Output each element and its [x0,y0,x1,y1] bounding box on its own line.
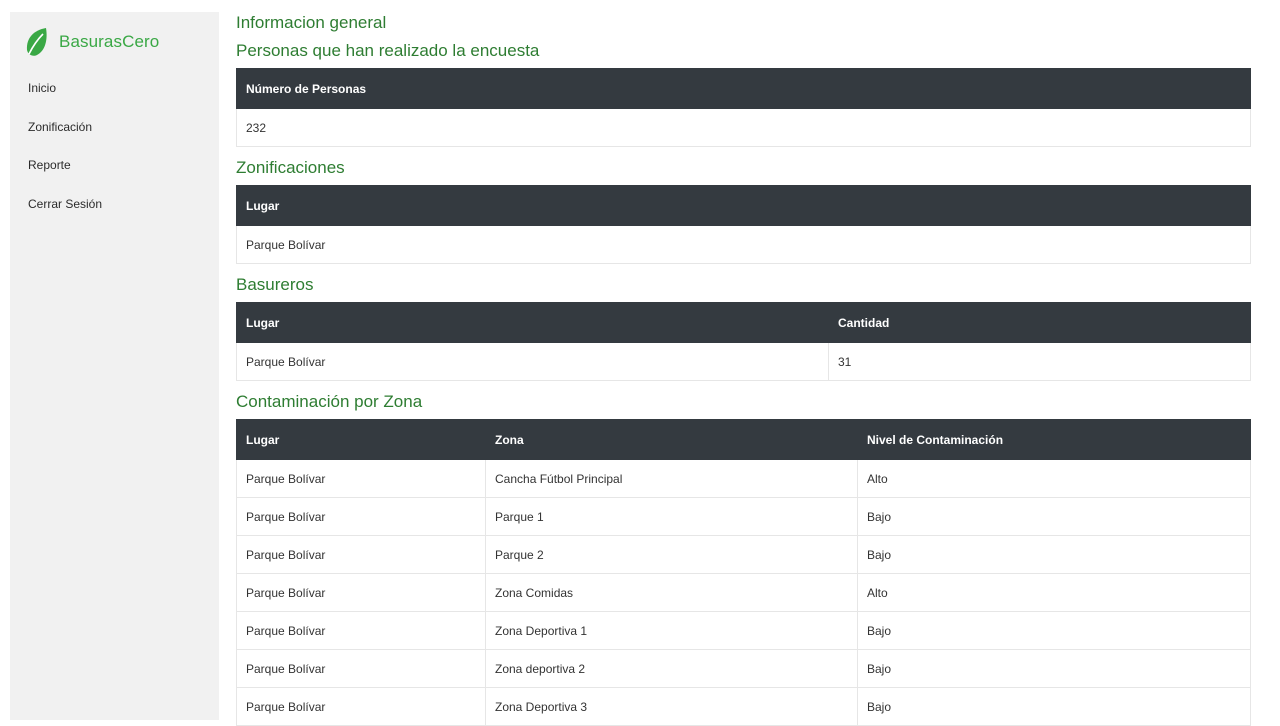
table-cell: Alto [857,573,1251,612]
table-row: Parque Bolívar Parque 1 Bajo [236,497,1251,536]
table-cell: 232 [236,108,1251,147]
table-cell: Parque 1 [485,497,858,536]
column-header: Zona [485,419,858,460]
table-row: Parque Bolívar Zona Deportiva 1 Bajo [236,611,1251,650]
table-cell: Bajo [857,535,1251,574]
table-cell: Parque Bolívar [236,497,486,536]
section-title-basureros: Basureros [236,275,314,294]
table-cell: Bajo [857,611,1251,650]
personas-table: Número de Personas 232 [236,68,1251,147]
table-cell: Cancha Fútbol Principal [485,459,858,498]
table-cell: Parque Bolívar [236,649,486,688]
sidebar-item-cerrar-sesion[interactable]: Cerrar Sesión [28,196,102,235]
column-header: Nivel de Contaminación [857,419,1251,460]
table-cell: Zona Comidas [485,573,858,612]
column-header: Cantidad [828,302,1251,343]
table-cell: Zona deportiva 2 [485,649,858,688]
table-cell: Parque Bolívar [236,611,486,650]
brand[interactable]: BasurasCero [24,26,159,58]
sidebar-nav: Inicio Zonificación Reporte Cerrar Sesió… [28,80,102,235]
page-title: Informacion general [236,13,387,32]
table-cell: Parque Bolívar [236,573,486,612]
basureros-table: Lugar Cantidad Parque Bolívar 31 [236,302,1251,381]
column-header: Número de Personas [236,68,1251,109]
table-cell: Bajo [857,649,1251,688]
table-row: Parque Bolívar Zona Comidas Alto [236,573,1251,612]
section-title-contaminacion: Contaminación por Zona [236,392,423,411]
leaf-icon [24,26,50,58]
sidebar-item-zonificacion[interactable]: Zonificación [28,119,102,158]
table-cell: Parque Bolívar [236,342,829,381]
table-row: Parque Bolívar Zona deportiva 2 Bajo [236,649,1251,688]
table-cell: Alto [857,459,1251,498]
table-row: Parque Bolívar Cancha Fútbol Principal A… [236,459,1251,498]
column-header: Lugar [236,185,1251,226]
table-row: 232 [236,108,1251,147]
table-row: Parque Bolívar 31 [236,342,1251,381]
sidebar-item-reporte[interactable]: Reporte [28,157,102,196]
section-title-zonificaciones: Zonificaciones [236,158,345,177]
table-cell: Parque Bolívar [236,459,486,498]
table-cell: Zona Deportiva 1 [485,611,858,650]
table-cell: Parque 2 [485,535,858,574]
table-cell: Bajo [857,497,1251,536]
table-cell: 31 [828,342,1251,381]
sidebar: BasurasCero Inicio Zonificación Reporte … [10,12,219,720]
contaminacion-table: Lugar Zona Nivel de Contaminación Parque… [236,419,1251,726]
column-header: Lugar [236,419,486,460]
sidebar-item-inicio[interactable]: Inicio [28,80,102,119]
table-cell: Parque Bolívar [236,535,486,574]
table-cell: Parque Bolívar [236,225,1251,264]
table-row: Parque Bolívar [236,225,1251,264]
brand-name: BasurasCero [59,32,160,51]
table-row: Parque Bolívar Parque 2 Bajo [236,535,1251,574]
zonificaciones-table: Lugar Parque Bolívar [236,185,1251,264]
column-header: Lugar [236,302,829,343]
page-subtitle: Personas que han realizado la encuesta [236,41,540,60]
